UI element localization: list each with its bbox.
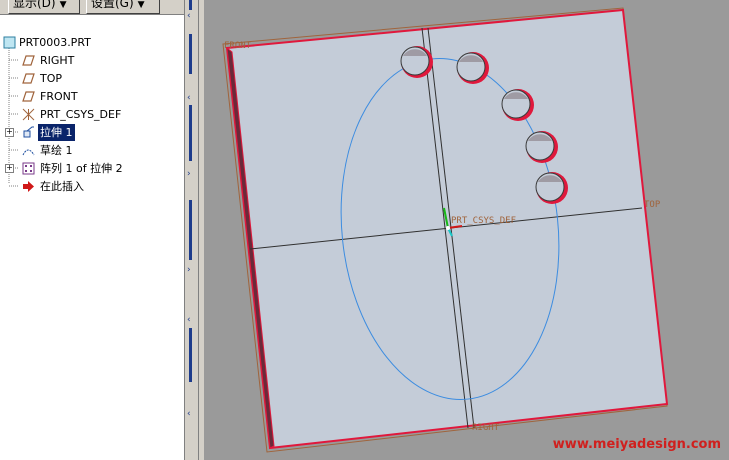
hole[interactable]: [525, 131, 558, 163]
tree-item-pattern-1[interactable]: + 阵列 1 of 拉伸 2: [0, 160, 184, 177]
display-menu-button[interactable]: 显示(D) ▼: [8, 0, 80, 14]
graphics-viewport[interactable]: FRONT TOP RIGHT PRT_CSYS_DEF www.meiyade…: [204, 0, 729, 460]
tree-item-label: PRT_CSYS_DEF: [40, 108, 122, 121]
splitter-arrow-icon: ‹: [187, 409, 191, 419]
splitter-arrow-icon: ‹: [187, 315, 191, 325]
settings-menu-label: 设置(G): [91, 0, 134, 10]
splitter-marker: [189, 0, 192, 10]
tree-item-top[interactable]: TOP: [0, 70, 184, 87]
tree-item-label: TOP: [40, 72, 63, 85]
hole[interactable]: [501, 89, 534, 121]
datum-plane-icon: [22, 91, 35, 102]
splitter-edge: [198, 0, 199, 460]
hole[interactable]: [535, 172, 568, 204]
hole[interactable]: [400, 46, 433, 78]
tree-toolbar: 显示(D) ▼ 设置(G) ▼: [0, 0, 184, 15]
tree-item-front[interactable]: FRONT: [0, 88, 184, 105]
tree-item-label: FRONT: [40, 90, 78, 103]
part-icon: [3, 36, 16, 49]
splitter-arrow-icon: ‹: [187, 11, 191, 21]
splitter-arrow-icon: ›: [187, 265, 191, 275]
datum-label-right: RIGHT: [472, 423, 500, 433]
pattern-icon: [22, 162, 35, 175]
datum-plane-icon: [22, 73, 35, 84]
tree-item-sketch-1[interactable]: 草绘 1: [0, 142, 184, 159]
hole[interactable]: [456, 52, 489, 84]
tree-item-label: 草绘 1: [40, 144, 73, 157]
chevron-down-icon: ▼: [137, 0, 145, 10]
splitter-marker: [189, 200, 192, 260]
tree-item-label: 拉伸 1: [38, 124, 75, 141]
insert-here-arrow-icon: [23, 181, 34, 192]
extrude-icon: [23, 126, 34, 138]
splitter-edge: [184, 0, 185, 460]
tree-item-label: 在此插入: [40, 180, 84, 193]
coordinate-system-icon: [22, 108, 35, 121]
tree-item-label: PRT0003.PRT: [19, 36, 91, 49]
tree-item-label: 阵列 1 of 拉伸 2: [40, 162, 123, 175]
display-menu-label: 显示(D): [13, 0, 56, 10]
tree-item-insert-here[interactable]: 在此插入: [0, 178, 184, 195]
sketch-icon: [22, 149, 35, 156]
splitter-marker: [189, 105, 192, 161]
model-canvas[interactable]: FRONT TOP RIGHT PRT_CSYS_DEF: [204, 0, 729, 460]
panel-splitter[interactable]: ‹ ‹ › › ‹ ‹: [184, 0, 204, 460]
expand-icon[interactable]: +: [5, 128, 14, 137]
splitter-marker: [189, 34, 192, 74]
datum-label-front: FRONT: [224, 41, 252, 51]
datum-label-top: TOP: [644, 200, 661, 210]
tree-item-extrude-1[interactable]: + 拉伸 1: [0, 124, 184, 141]
splitter-arrow-icon: ›: [187, 169, 191, 179]
tree-item-label: RIGHT: [40, 54, 75, 67]
tree-item-csys[interactable]: PRT_CSYS_DEF: [0, 106, 184, 123]
expand-icon[interactable]: +: [5, 164, 14, 173]
splitter-marker: [189, 328, 192, 382]
chevron-down-icon: ▼: [59, 0, 67, 10]
csys-label: PRT_CSYS_DEF: [451, 216, 516, 226]
watermark-text: www.meiyadesign.com: [552, 437, 721, 452]
model-tree-panel: 显示(D) ▼ 设置(G) ▼ PRT0003.PRT RIGHT TOP FR…: [0, 0, 185, 460]
settings-menu-button[interactable]: 设置(G) ▼: [86, 0, 160, 14]
datum-plane-icon: [22, 55, 35, 66]
tree-item-right[interactable]: RIGHT: [0, 52, 184, 69]
tree-item-part[interactable]: PRT0003.PRT: [0, 34, 184, 51]
splitter-arrow-icon: ‹: [187, 93, 191, 103]
